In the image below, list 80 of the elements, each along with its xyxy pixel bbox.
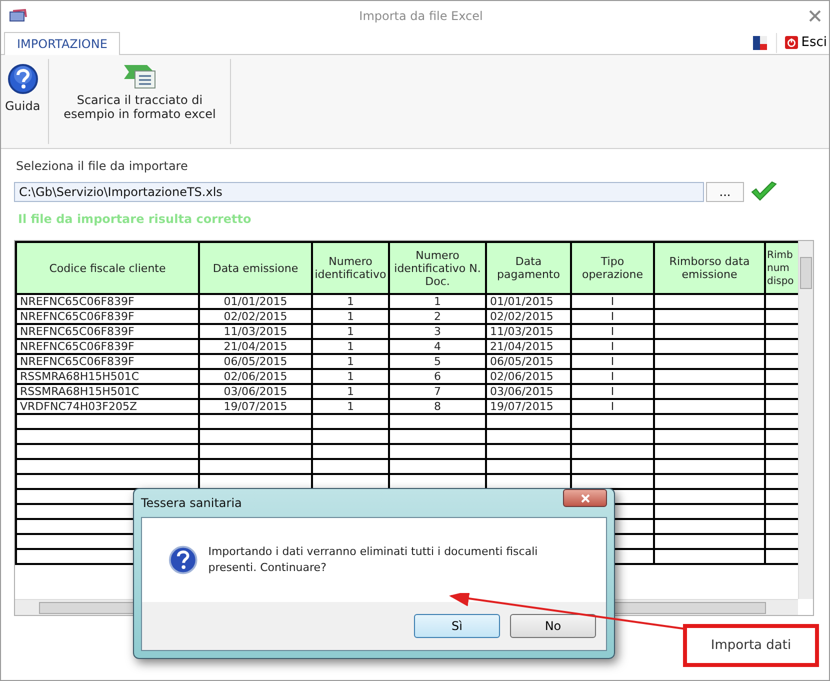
dialog-button[interactable]: Sì (414, 614, 500, 638)
table-cell: 5 (389, 354, 486, 369)
table-cell: 01/01/2015 (199, 294, 312, 309)
dialog-title: Tessera sanitaria (141, 496, 242, 510)
vertical-scrollbar[interactable] (798, 241, 813, 599)
spreadsheet-icon (122, 63, 157, 89)
table-cell: 1 (312, 294, 389, 309)
status-message: Il file da importare risulta corretto (18, 212, 252, 226)
column-header: Rimborso data emissione (654, 242, 765, 294)
download-button[interactable]: Scarica il tracciato di esempio in formato excel (53, 59, 226, 144)
table-cell: 1 (389, 294, 486, 309)
table-cell: 06/05/2015 (199, 354, 312, 369)
dialog-button[interactable]: No (510, 614, 596, 638)
column-header: Numero identificativo (312, 242, 389, 294)
ribbon-tab[interactable]: IMPORTAZIONE (4, 32, 120, 55)
dialog-message: Importando i dati verranno eliminati tutti i documenti fiscali presenti. Continuare? (208, 544, 539, 576)
power-icon (785, 36, 798, 49)
table-cell: 02/06/2015 (486, 369, 571, 384)
help-button[interactable]: Guida (1, 59, 44, 144)
table-cell: I (571, 354, 654, 369)
table-cell: I (571, 309, 654, 324)
column-header: Data emissione (199, 242, 312, 294)
table-cell: I (571, 294, 654, 309)
column-header: Rimb num dispo (765, 242, 798, 294)
table-cell: 6 (389, 369, 486, 384)
app-icon (9, 9, 27, 23)
table-cell: I (571, 324, 654, 339)
table-cell: 7 (389, 384, 486, 399)
table-cell: 01/01/2015 (486, 294, 571, 309)
table-cell: 19/07/2015 (199, 399, 312, 414)
column-header: Codice fiscale cliente (16, 242, 199, 294)
table-cell: 21/04/2015 (486, 339, 571, 354)
table-cell: 1 (312, 369, 389, 384)
table-cell: 2 (389, 309, 486, 324)
table-cell: 06/05/2015 (486, 354, 571, 369)
close-button[interactable] (563, 489, 607, 507)
window-title: Importa da file Excel (358, 9, 484, 23)
file-label: Seleziona il file da importare (16, 159, 189, 173)
table-cell: I (571, 339, 654, 354)
table-cell: I (571, 369, 654, 384)
table-cell: 02/02/2015 (199, 309, 312, 324)
table-cell: NREFNC65C06F839F (16, 339, 199, 354)
column-header: Data pagamento (486, 242, 571, 294)
table-cell: NREFNC65C06F839F (16, 309, 199, 324)
table-cell: 11/03/2015 (486, 324, 571, 339)
column-header: Tipo operazione (571, 242, 654, 294)
table-cell: 1 (312, 354, 389, 369)
table-cell: VRDFNC74H03F205Z (16, 399, 199, 414)
table-cell: RSSMRA68H15H501C (16, 384, 199, 399)
table-cell: 11/03/2015 (199, 324, 312, 339)
table-cell: 21/04/2015 (199, 339, 312, 354)
table-cell: 03/06/2015 (199, 384, 312, 399)
close-icon (580, 494, 590, 502)
help-icon (6, 63, 39, 95)
table-cell: 1 (312, 324, 389, 339)
flag-icon[interactable] (752, 34, 768, 50)
table-cell: 02/02/2015 (486, 309, 571, 324)
table-cell: 1 (312, 339, 389, 354)
table-cell: NREFNC65C06F839F (16, 324, 199, 339)
import-button[interactable]: Importa dati (683, 624, 819, 667)
table-cell: I (571, 399, 654, 414)
table-cell: 4 (389, 339, 486, 354)
close-icon[interactable] (809, 10, 821, 22)
table-cell: 03/06/2015 (486, 384, 571, 399)
table-cell: NREFNC65C06F839F (16, 354, 199, 369)
browse-button[interactable]: ... (706, 182, 744, 202)
table-cell: I (571, 384, 654, 399)
question-icon (168, 544, 198, 576)
table-cell: 1 (312, 309, 389, 324)
table-cell: 1 (312, 399, 389, 414)
table-cell: 02/06/2015 (199, 369, 312, 384)
column-header: Numero identificativo N. Doc. (389, 242, 486, 294)
table-cell: RSSMRA68H15H501C (16, 369, 199, 384)
table-cell: NREFNC65C06F839F (16, 294, 199, 309)
table-cell: 3 (389, 324, 486, 339)
table-cell: 1 (312, 384, 389, 399)
exit-button[interactable]: Esci (783, 35, 829, 50)
table-cell: 19/07/2015 (486, 399, 571, 414)
file-path-field[interactable]: C:\Gb\Servizio\ImportazioneTS.xls (14, 182, 704, 202)
table-cell: 8 (389, 399, 486, 414)
